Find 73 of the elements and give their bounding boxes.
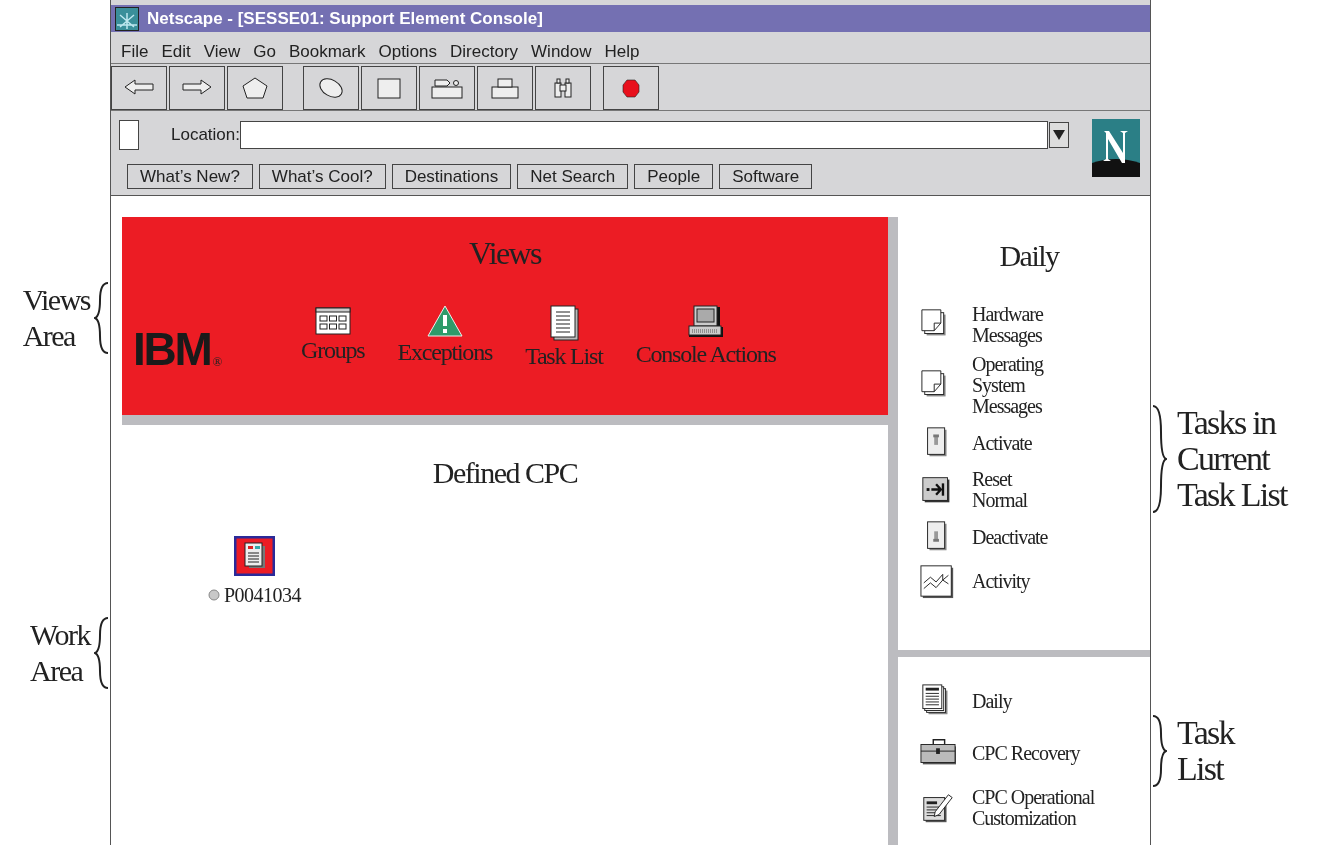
document-icon [548, 305, 579, 341]
task-item[interactable]: Activate [920, 425, 1150, 461]
menu-item[interactable]: Directory [450, 39, 519, 65]
view-button[interactable]: Console Actions [635, 305, 776, 371]
toolbar-button[interactable] [227, 66, 283, 110]
toolbar-button[interactable] [111, 66, 167, 110]
menu-item[interactable]: View [203, 39, 241, 65]
status-dot-icon [208, 589, 220, 601]
object-label: P0041034 [224, 583, 302, 608]
work-area-heading: Defined CPC [431, 455, 579, 491]
computer-icon [687, 305, 724, 339]
callout-label: Area [30, 653, 84, 689]
task-list-item[interactable]: CPC Recovery [920, 735, 1150, 771]
pentagon-icon [239, 76, 271, 100]
directory-button[interactable]: Software [719, 164, 813, 189]
location-field[interactable] [240, 121, 1048, 149]
callout-label: List [1177, 751, 1225, 787]
menu-item[interactable]: Bookmark [288, 39, 366, 65]
line-chart-icon [920, 563, 956, 599]
toolbar-button[interactable] [303, 66, 359, 110]
directory-button[interactable]: What’s Cool? [258, 164, 386, 189]
callout-label: Work [30, 617, 90, 653]
callout-label: Area [22, 318, 77, 354]
brace-icon [1151, 405, 1167, 513]
toolbar-button[interactable] [477, 66, 533, 110]
menu-item[interactable]: Help [604, 39, 640, 65]
menu-item[interactable]: Window [531, 39, 592, 65]
menu-item[interactable]: Options [378, 39, 438, 65]
tray-icon [431, 76, 463, 100]
toolbar-button[interactable] [169, 66, 225, 110]
callout-label: Current [1177, 441, 1271, 477]
view-button[interactable]: Exceptions [397, 305, 493, 371]
toolbar-button[interactable] [361, 66, 417, 110]
directory-button[interactable]: People [634, 164, 714, 189]
callout-label: Views [22, 282, 90, 318]
callout-label: Task [1177, 715, 1234, 751]
directory-button[interactable]: Net Search [517, 164, 629, 189]
warning-icon [426, 305, 463, 337]
netscape-logo [1092, 119, 1140, 177]
page-icon [119, 120, 139, 150]
app-icon [115, 6, 139, 31]
ibm-logo: IBM [133, 327, 211, 371]
task-list-item[interactable]: CPC Operational Customization [920, 787, 1150, 829]
registered-mark: ® [212, 352, 223, 371]
task-item[interactable]: Hardware Messages [920, 304, 1150, 346]
grid-window-icon [314, 305, 351, 335]
callout-label: Tasks in [1177, 405, 1277, 441]
menu-item[interactable]: Go [253, 39, 276, 65]
brace-icon [94, 617, 110, 689]
directory-button[interactable]: What’s New? [127, 164, 253, 189]
printer-icon [489, 76, 521, 100]
window-title: Netscape - [SESSE01: Support Element Console] [147, 7, 543, 30]
views-heading: Views [468, 234, 543, 273]
caret-icon [1053, 130, 1065, 140]
brace-icon [1151, 715, 1167, 787]
view-button[interactable]: Task List [525, 305, 603, 371]
menu-item[interactable]: Edit [161, 39, 191, 65]
callout-label: Task List [1177, 477, 1287, 513]
toolbar-button[interactable] [603, 66, 659, 110]
task-item[interactable]: Deactivate [920, 519, 1150, 555]
task-item[interactable]: Reset Normal [920, 469, 1150, 511]
location-label: Location: [171, 124, 240, 147]
task-list-item[interactable]: Daily [920, 683, 1150, 719]
directory-button[interactable]: Destinations [391, 164, 512, 189]
tasks-heading: Daily [998, 238, 1061, 274]
task-item[interactable]: Activity [920, 563, 1150, 599]
toolbar-button[interactable] [419, 66, 475, 110]
brace-icon [94, 282, 110, 354]
view-button[interactable]: Groups [301, 305, 365, 371]
dropdown-button[interactable] [1049, 122, 1069, 148]
menu-item[interactable]: File [121, 39, 149, 65]
toolbar-button[interactable] [535, 66, 591, 110]
task-item[interactable]: Operating System Messages [920, 354, 1150, 417]
